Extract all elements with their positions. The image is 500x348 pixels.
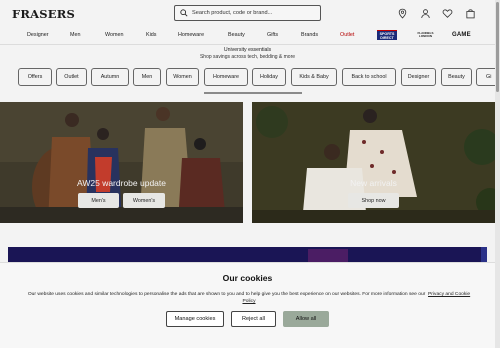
wishlist-heart-icon[interactable]: [441, 7, 453, 19]
nav-item-brands[interactable]: Brands: [301, 32, 318, 38]
allow-all-button[interactable]: Allow all: [283, 311, 329, 327]
page: FRASERS Designer Men Women Kids Homeware…: [0, 0, 495, 348]
promo-subtitle: Shop savings across tech, bedding & more: [199, 54, 296, 60]
mens-button[interactable]: Men's: [78, 193, 119, 208]
promo-banner[interactable]: University essentials Shop savings acros…: [0, 44, 495, 60]
nav-item-kids[interactable]: Kids: [146, 32, 157, 38]
cookie-title: Our cookies: [222, 273, 273, 283]
hero-aw25-image: [0, 102, 243, 223]
scrollbar-thumb[interactable]: [496, 2, 499, 92]
search-bar[interactable]: [174, 5, 321, 21]
category-women[interactable]: Women: [166, 68, 199, 86]
category-designer[interactable]: Designer: [401, 68, 436, 86]
nav-item-beauty[interactable]: Beauty: [228, 32, 245, 38]
site-header: FRASERS: [0, 0, 495, 28]
shop-now-button[interactable]: Shop now: [348, 193, 399, 208]
cookie-text: Our website uses cookies and similar tec…: [24, 291, 474, 305]
frasers-logo[interactable]: FRASERS: [12, 7, 75, 21]
reject-all-button[interactable]: Reject all: [231, 311, 276, 327]
category-homeware[interactable]: Homeware: [204, 68, 248, 86]
cookie-description: Our website uses cookies and similar tec…: [27, 292, 426, 297]
search-icon: [180, 9, 188, 17]
manage-cookies-button[interactable]: Manage cookies: [166, 311, 224, 327]
account-icon[interactable]: [419, 7, 431, 19]
main-navigation: Designer Men Women Kids Homeware Beauty …: [0, 28, 495, 43]
hero-new-arrivals[interactable]: New arrivals Shop now: [252, 102, 495, 223]
category-autumn[interactable]: Autumn: [91, 68, 129, 86]
nav-item-gifts[interactable]: Gifts: [267, 32, 278, 38]
category-scroll-indicator[interactable]: [204, 92, 302, 94]
cookie-banner: Our cookies Our website uses cookies and…: [0, 262, 495, 348]
store-locator-icon[interactable]: [396, 7, 408, 19]
category-offers[interactable]: Offers: [18, 68, 52, 86]
nav-item-designer[interactable]: Designer: [27, 32, 49, 38]
search-input[interactable]: [192, 10, 317, 16]
sports-direct-logo[interactable]: SPORTS DIRECT: [377, 30, 397, 40]
shopping-bag-icon[interactable]: [464, 7, 476, 19]
category-kids-baby[interactable]: Kids & Baby: [291, 68, 337, 86]
sports-direct-logo-text-2: DIRECT: [380, 35, 394, 40]
category-gifts-partial[interactable]: Gi: [476, 68, 495, 86]
flannels-logo-text-2: LONDON: [419, 34, 432, 38]
category-outlet[interactable]: Outlet: [56, 68, 87, 86]
nav-item-men[interactable]: Men: [70, 32, 81, 38]
hero-aw25-title: AW25 wardrobe update: [77, 178, 166, 188]
nav-item-homeware[interactable]: Homeware: [178, 32, 204, 38]
nav-item-women[interactable]: Women: [105, 32, 123, 38]
page-scrollbar[interactable]: [495, 0, 500, 348]
category-carousel: Offers Outlet Autumn Men Women Homeware …: [0, 68, 495, 88]
category-beauty[interactable]: Beauty: [441, 68, 472, 86]
flannels-logo[interactable]: FLANNELS LONDON: [417, 30, 434, 40]
category-back-to-school[interactable]: Back to school: [342, 68, 396, 86]
category-holiday[interactable]: Holiday: [252, 68, 286, 86]
game-logo[interactable]: GAME: [452, 30, 471, 40]
nav-item-outlet[interactable]: Outlet: [340, 32, 354, 38]
hero-aw25[interactable]: AW25 wardrobe update Men's Women's: [0, 102, 243, 223]
womens-button[interactable]: Women's: [123, 193, 165, 208]
hero-new-arrivals-title: New arrivals: [350, 178, 397, 188]
promo-title: University essentials: [223, 47, 272, 53]
category-men[interactable]: Men: [133, 68, 161, 86]
